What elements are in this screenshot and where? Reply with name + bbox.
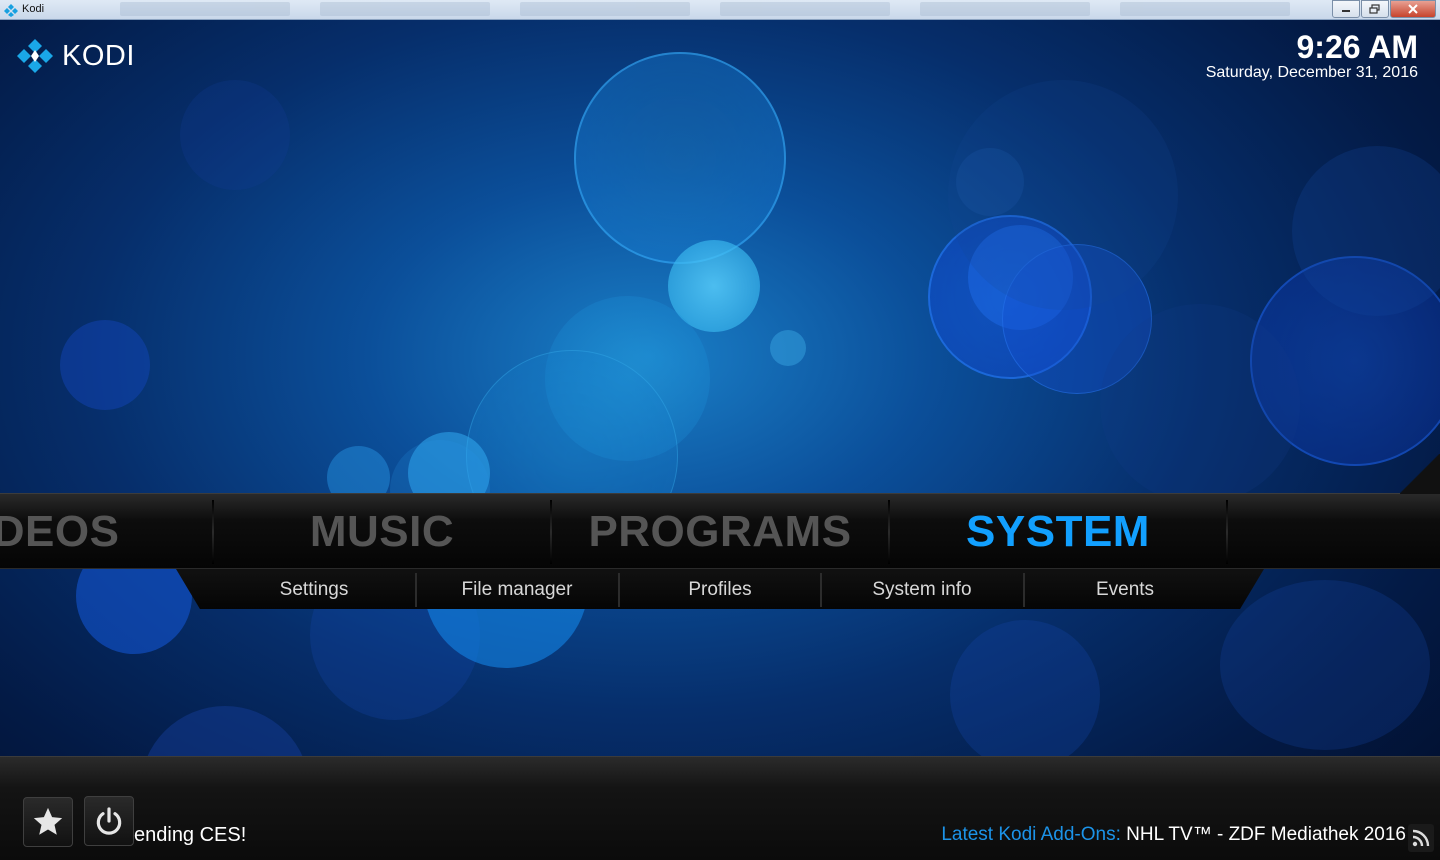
star-icon: [33, 807, 63, 835]
main-menu-bar: IDEOS MUSIC PROGRAMS SYSTEM: [0, 454, 1440, 570]
kodi-app-icon: [4, 4, 18, 17]
main-menu-item-music[interactable]: MUSIC: [214, 494, 550, 570]
news-ticker-left: ending CES!: [134, 824, 247, 846]
main-menu-item-videos[interactable]: IDEOS: [0, 494, 200, 570]
menu-separator: [1226, 500, 1228, 564]
power-icon: [96, 807, 122, 835]
submenu-item-events[interactable]: Events: [1025, 569, 1225, 609]
background-taskbar-ghost: [120, 2, 1320, 18]
clock-time: 9:26 AM: [1296, 29, 1418, 65]
rss-button[interactable]: [1408, 824, 1434, 852]
submenu-item-system-info[interactable]: System info: [822, 569, 1022, 609]
close-button[interactable]: [1390, 0, 1436, 18]
kodi-logo: KODI: [16, 38, 135, 74]
system-submenu: Settings File manager Profiles System in…: [176, 569, 1264, 609]
main-menu-item-system[interactable]: SYSTEM: [890, 494, 1226, 570]
ticker-value: NHL TV™ - ZDF Mediathek 2016: [1120, 824, 1406, 845]
restore-icon: [1369, 4, 1380, 14]
power-button[interactable]: [84, 796, 134, 846]
minimize-icon: [1342, 10, 1350, 12]
kodi-logo-icon: [17, 39, 53, 73]
clock: 9:26 AM Saturday, December 31, 2016: [1206, 30, 1418, 82]
window-title: Kodi: [22, 3, 45, 15]
minimize-button[interactable]: [1332, 0, 1360, 18]
menu-bar-wing: [1400, 454, 1440, 494]
close-icon: [1408, 4, 1418, 14]
main-menu-item-programs[interactable]: PROGRAMS: [552, 494, 888, 570]
clock-date: Saturday, December 31, 2016: [1205, 64, 1418, 81]
window-titlebar: Kodi: [0, 0, 1440, 20]
rss-icon: [1412, 829, 1430, 847]
logo-text: KODI: [62, 39, 135, 72]
submenu-item-settings[interactable]: Settings: [214, 569, 414, 609]
background-wallpaper: [0, 20, 1440, 860]
restore-button[interactable]: [1361, 0, 1389, 18]
submenu-item-file-manager[interactable]: File manager: [417, 569, 617, 609]
news-ticker-addons: Latest Kodi Add-Ons: NHL TV™ - ZDF Media…: [941, 824, 1406, 846]
ticker-label: Latest Kodi Add-Ons:: [941, 824, 1121, 845]
submenu-item-profiles[interactable]: Profiles: [620, 569, 820, 609]
favourites-button[interactable]: [23, 797, 73, 847]
window-controls: [1331, 0, 1436, 18]
